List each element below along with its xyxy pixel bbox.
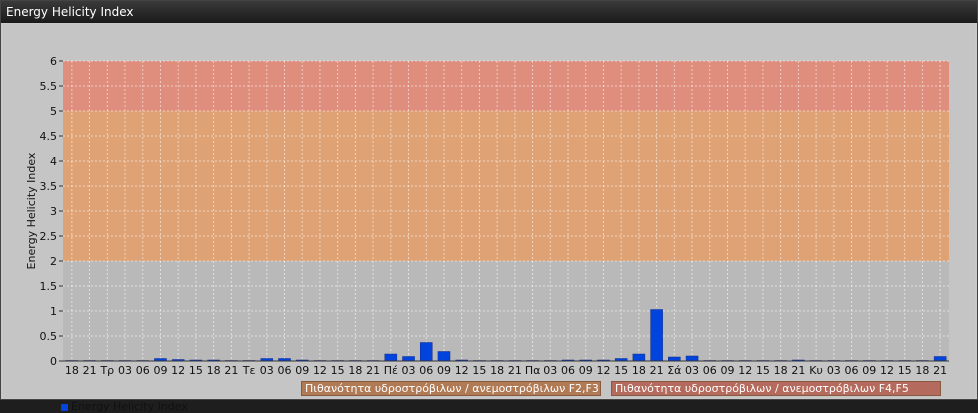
x-tick-label-3: 03 bbox=[118, 364, 132, 377]
window-title: Energy Helicity Index bbox=[1, 1, 977, 23]
y-tick-label-2: 1 bbox=[50, 305, 57, 318]
x-tick-label-32: 18 bbox=[632, 364, 646, 377]
x-tick-label-10: Τε bbox=[242, 364, 256, 377]
x-tick-label-33: 21 bbox=[650, 364, 664, 377]
x-tick-label-7: 15 bbox=[189, 364, 203, 377]
y-tick-label-3: 1.5 bbox=[40, 280, 58, 293]
x-tick-label-35: 03 bbox=[685, 364, 699, 377]
y-tick-label-5: 2.5 bbox=[40, 230, 58, 243]
y-tick-label-4: 2 bbox=[50, 255, 57, 268]
x-tick-label-18: Πέ bbox=[384, 364, 398, 377]
bar-49 bbox=[933, 356, 947, 362]
ehi-chart: 0 0.5 1 1.5 2 2.5 3 3.5 4 4.5 5 5.5 6 Energy Helicity… bbox=[25, 55, 949, 377]
x-tick-label-47: 15 bbox=[898, 364, 912, 377]
bar-19 bbox=[402, 356, 415, 362]
x-tick-label-34: Σά bbox=[667, 364, 681, 377]
zone-legend-f2f3-label: Πιθανότητα υδροστρόβιλων / ανεμοστρόβιλω… bbox=[305, 382, 599, 395]
y-tick-label-12: 6 bbox=[50, 55, 57, 68]
y-tick-label-9: 4.5 bbox=[40, 130, 58, 143]
zone-legend-f2f3[interactable]: Πιθανότητα υδροστρόβιλων / ανεμοστρόβιλω… bbox=[301, 381, 601, 396]
x-tick-label-6: 12 bbox=[171, 364, 185, 377]
x-tick-label-2: Τρ bbox=[99, 364, 114, 377]
y-tick-label-7: 3.5 bbox=[40, 180, 58, 193]
x-tick-label-36: 06 bbox=[703, 364, 717, 377]
x-tick-label-16: 18 bbox=[348, 364, 362, 377]
bar-35 bbox=[685, 355, 699, 362]
x-tick-label-38: 12 bbox=[738, 364, 752, 377]
x-tick-label-0: 18 bbox=[65, 364, 79, 377]
x-tick-label-24: 18 bbox=[490, 364, 504, 377]
x-tick-label-29: 09 bbox=[579, 364, 593, 377]
x-tick-label-15: 15 bbox=[331, 364, 345, 377]
chart-window: Energy Helicity Index 0 0.5 1 1.5 2 2.5 3 3.5 4 4… bbox=[0, 0, 978, 413]
series-legend[interactable]: Energy Helicity Index bbox=[61, 400, 188, 413]
y-tick-label-10: 5 bbox=[50, 105, 57, 118]
x-tick-label-8: 18 bbox=[207, 364, 221, 377]
x-tick-label-25: 21 bbox=[508, 364, 522, 377]
x-tick-label-23: 15 bbox=[472, 364, 486, 377]
y-tick-label-11: 5.5 bbox=[40, 80, 58, 93]
x-tick-label-43: 03 bbox=[827, 364, 841, 377]
x-tick-label-40: 18 bbox=[774, 364, 788, 377]
x-tick-label-1: 21 bbox=[83, 364, 97, 377]
x-tick-label-30: 12 bbox=[596, 364, 610, 377]
bar-32 bbox=[632, 353, 646, 362]
series-legend-label: Energy Helicity Index bbox=[71, 400, 188, 413]
zone-legend-f4f5[interactable]: Πιθανότητα υδροστρόβιλων / ανεμοστρόβιλω… bbox=[611, 381, 941, 396]
x-tick-label-20: 06 bbox=[419, 364, 433, 377]
bar-21 bbox=[437, 351, 451, 362]
bar-18 bbox=[384, 353, 398, 362]
zone-legend-f4f5-label: Πιθανότητα υδροστρόβιλων / ανεμοστρόβιλω… bbox=[615, 382, 909, 395]
y-tick-label-0: 0 bbox=[50, 355, 57, 368]
y-tick-label-8: 4 bbox=[50, 155, 57, 168]
x-tick-label-12: 06 bbox=[278, 364, 292, 377]
x-tick-label-21: 09 bbox=[437, 364, 451, 377]
bar-20 bbox=[419, 342, 433, 362]
x-tick-label-49: 21 bbox=[933, 364, 947, 377]
bar-34 bbox=[668, 356, 681, 362]
x-tick-label-19: 03 bbox=[402, 364, 416, 377]
x-tick-label-27: 03 bbox=[543, 364, 557, 377]
x-tick-label-11: 03 bbox=[260, 364, 274, 377]
x-tick-label-41: 21 bbox=[791, 364, 805, 377]
x-tick-label-46: 12 bbox=[880, 364, 894, 377]
x-tick-label-17: 21 bbox=[366, 364, 380, 377]
x-tick-label-14: 12 bbox=[313, 364, 327, 377]
x-tick-label-5: 09 bbox=[153, 364, 167, 377]
y-tick-label-1: 0.5 bbox=[40, 330, 58, 343]
x-tick-label-45: 09 bbox=[862, 364, 876, 377]
x-tick-label-42: Κυ bbox=[809, 364, 823, 377]
x-tick-label-44: 06 bbox=[845, 364, 859, 377]
series-legend-swatch bbox=[61, 403, 68, 411]
x-tick-label-37: 09 bbox=[721, 364, 735, 377]
plot-area: 0 0.5 1 1.5 2 2.5 3 3.5 4 4.5 5 5.5 6 Energy Helicity… bbox=[3, 24, 975, 413]
x-tick-label-26: Πα bbox=[525, 364, 541, 377]
x-tick-label-48: 18 bbox=[915, 364, 929, 377]
y-axis-title: Energy Helicity Index bbox=[25, 152, 38, 269]
x-tick-label-9: 21 bbox=[224, 364, 238, 377]
x-tick-label-31: 15 bbox=[614, 364, 628, 377]
bar-33 bbox=[650, 309, 663, 362]
x-tick-label-4: 06 bbox=[136, 364, 150, 377]
y-tick-label-6: 3 bbox=[50, 205, 57, 218]
x-tick-label-22: 12 bbox=[455, 364, 469, 377]
x-tick-label-13: 09 bbox=[295, 364, 309, 377]
x-tick-label-28: 06 bbox=[561, 364, 575, 377]
x-tick-label-39: 15 bbox=[756, 364, 770, 377]
